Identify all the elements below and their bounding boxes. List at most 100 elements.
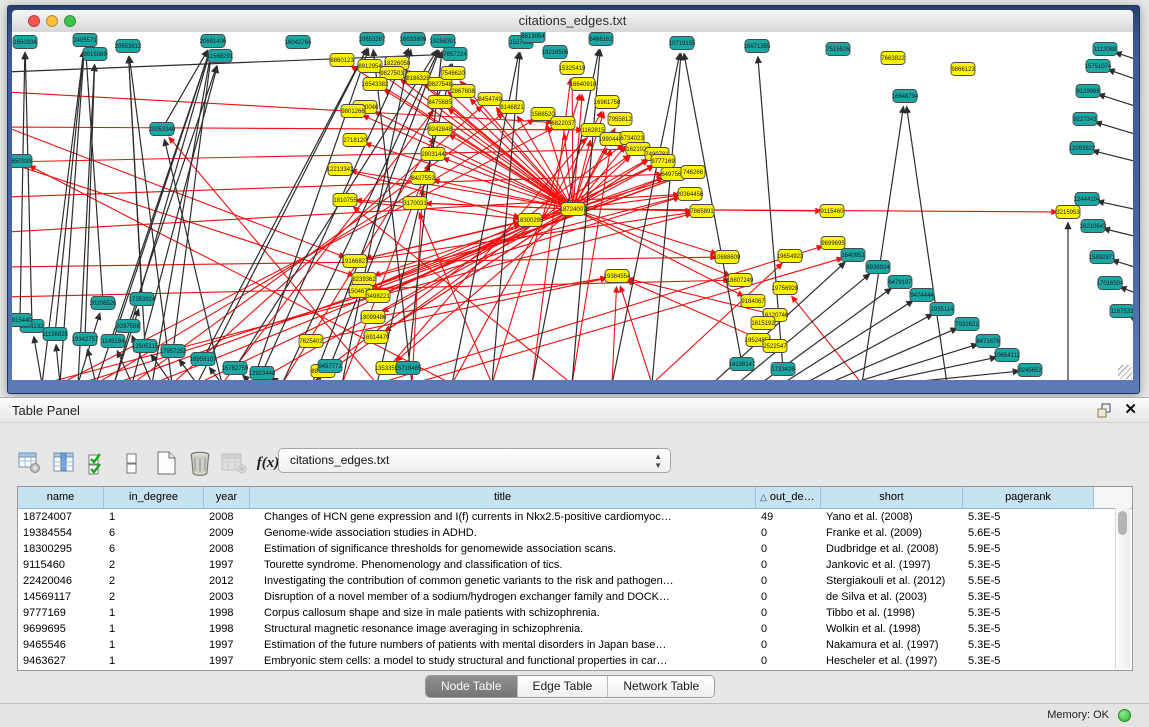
network-node[interactable]: 16961758 bbox=[594, 96, 621, 109]
network-edge[interactable] bbox=[1104, 229, 1133, 237]
table-row[interactable]: 969969511998Structural magnetic resonanc… bbox=[18, 621, 1132, 637]
network-edge[interactable] bbox=[88, 350, 96, 380]
table-row[interactable]: 977716911998Corpus callosum shape and si… bbox=[18, 605, 1132, 621]
network-canvas[interactable]: 1650334240557120553812206914061604276410… bbox=[12, 32, 1133, 380]
network-node[interactable]: 18300295 bbox=[517, 214, 544, 227]
column-header-out_de[interactable]: △out_de… bbox=[756, 487, 821, 508]
network-node[interactable]: 8938924 bbox=[866, 261, 890, 274]
select-all-button[interactable] bbox=[85, 450, 111, 476]
table-row[interactable]: 1456911722003Disruption of a novel membe… bbox=[18, 589, 1132, 605]
table-scrollbar-thumb[interactable] bbox=[1118, 511, 1127, 535]
network-node[interactable]: 8912954 bbox=[358, 60, 382, 73]
network-node[interactable]: 1733426 bbox=[771, 363, 795, 376]
network-edge[interactable] bbox=[1096, 122, 1133, 135]
network-node[interactable]: 7663822 bbox=[881, 52, 905, 65]
network-node[interactable]: 15751074 bbox=[1085, 60, 1112, 73]
network-node[interactable]: 7955812 bbox=[608, 113, 632, 126]
network-edge[interactable] bbox=[162, 51, 207, 129]
network-node[interactable]: 2803144 bbox=[421, 148, 445, 161]
network-node[interactable]: 8427552 bbox=[411, 172, 435, 185]
create-new-column-button[interactable] bbox=[153, 450, 179, 476]
network-node[interactable]: 6822037 bbox=[551, 117, 575, 130]
network-node[interactable]: 16543382 bbox=[362, 78, 389, 91]
network-node[interactable]: 9915440 bbox=[12, 314, 32, 327]
network-edge[interactable] bbox=[652, 54, 681, 380]
network-node[interactable]: 2522547 bbox=[763, 340, 787, 353]
network-node[interactable]: 9227341 bbox=[1073, 113, 1097, 126]
network-node[interactable]: 12923448 bbox=[249, 367, 276, 380]
column-header-in_degree[interactable]: in_degree bbox=[104, 487, 204, 508]
network-node[interactable]: 20206526 bbox=[90, 297, 117, 310]
column-header-title[interactable]: title bbox=[250, 487, 756, 508]
network-edge[interactable] bbox=[782, 301, 913, 380]
network-node[interactable]: 17957252 bbox=[160, 345, 187, 358]
network-node[interactable]: 9457771 bbox=[318, 360, 342, 373]
network-window-titlebar[interactable]: citations_edges.txt bbox=[12, 10, 1133, 33]
network-node[interactable]: 10654112 bbox=[994, 349, 1021, 362]
network-node[interactable]: 8239362 bbox=[352, 273, 376, 286]
network-node[interactable]: 9129966 bbox=[1076, 85, 1100, 98]
network-node[interactable]: 6479197 bbox=[888, 276, 912, 289]
window-resize-grip[interactable] bbox=[1118, 365, 1132, 379]
network-table-select[interactable]: citations_edges.txt ▲▼ bbox=[278, 448, 671, 473]
network-node[interactable]: 16042764 bbox=[285, 36, 312, 49]
network-node[interactable]: 10688609 bbox=[714, 251, 741, 264]
network-node[interactable]: 12213343 bbox=[327, 163, 354, 176]
network-node[interactable]: 19654923 bbox=[777, 250, 804, 263]
network-node[interactable]: 2935114 bbox=[930, 303, 954, 316]
network-node[interactable]: 1145194 bbox=[101, 335, 125, 348]
table-row[interactable]: 911546021997Tourette syndrome. Phenomeno… bbox=[18, 557, 1132, 573]
network-node[interactable]: 7865891 bbox=[690, 205, 714, 218]
tab-edge-table[interactable]: Edge Table bbox=[517, 676, 608, 697]
memory-status-indicator[interactable] bbox=[1118, 709, 1131, 722]
network-node[interactable]: 7515526 bbox=[826, 43, 850, 56]
network-edge[interactable] bbox=[907, 107, 947, 380]
delete-columns-button[interactable] bbox=[187, 450, 213, 476]
network-edge[interactable] bbox=[56, 345, 60, 380]
network-edge[interactable] bbox=[870, 357, 996, 380]
network-node[interactable]: 18807249 bbox=[727, 274, 754, 287]
network-edge[interactable] bbox=[1115, 52, 1133, 60]
network-node[interactable]: 14138141 bbox=[729, 358, 756, 371]
network-node[interactable]: 16648794 bbox=[892, 90, 919, 103]
network-node[interactable]: 8860123 bbox=[330, 54, 354, 67]
network-node[interactable]: 11156829 bbox=[42, 328, 68, 341]
network-edge[interactable] bbox=[1093, 151, 1133, 162]
network-node[interactable]: 9801266 bbox=[341, 105, 365, 118]
float-panel-icon[interactable] bbox=[1097, 403, 1112, 418]
network-edge[interactable] bbox=[12, 149, 627, 162]
network-edge[interactable] bbox=[34, 337, 42, 380]
column-header-pagerank[interactable]: pagerank bbox=[963, 487, 1094, 508]
network-node[interactable]: 16914479 bbox=[363, 331, 390, 344]
network-edge[interactable] bbox=[25, 53, 32, 326]
network-edge[interactable] bbox=[1120, 287, 1133, 294]
network-node[interactable]: 18724007 bbox=[560, 203, 587, 216]
network-edge[interactable] bbox=[1098, 94, 1133, 107]
table-scrollbar[interactable] bbox=[1115, 508, 1130, 669]
network-node[interactable]: 10653287 bbox=[359, 33, 386, 46]
network-edge[interactable] bbox=[55, 51, 84, 334]
network-node[interactable]: 19342757 bbox=[72, 333, 99, 346]
network-node[interactable]: 6466162 bbox=[589, 33, 613, 46]
network-node[interactable]: 7932621 bbox=[955, 318, 979, 331]
network-node[interactable]: 16671355 bbox=[744, 40, 771, 53]
table-row[interactable]: 1872400712008Changes of HCN gene express… bbox=[18, 509, 1132, 525]
network-node[interactable]: 1810755 bbox=[333, 194, 357, 207]
network-node[interactable]: 20364456 bbox=[677, 188, 704, 201]
network-node[interactable]: 2867608 bbox=[451, 85, 475, 98]
network-node[interactable]: 9242848 bbox=[428, 123, 452, 136]
network-node[interactable]: 20691406 bbox=[200, 35, 227, 48]
network-node[interactable]: 17353924 bbox=[129, 293, 156, 306]
table-row[interactable]: 2242004622012Investigating the contribut… bbox=[18, 573, 1132, 589]
network-node[interactable]: 11568291 bbox=[207, 50, 234, 63]
network-node[interactable]: 16958107 bbox=[190, 353, 217, 366]
tab-node-table[interactable]: Node Table bbox=[426, 676, 517, 697]
network-node[interactable]: 9915089 bbox=[83, 48, 107, 61]
network-node[interactable]: 16782759 bbox=[222, 362, 249, 375]
show-hide-columns-button[interactable] bbox=[51, 450, 77, 476]
network-node[interactable]: 15325419 bbox=[559, 62, 586, 75]
network-edge[interactable] bbox=[1108, 70, 1133, 80]
network-edge[interactable] bbox=[197, 49, 367, 380]
network-node[interactable]: 8454749 bbox=[478, 93, 502, 106]
network-node[interactable]: 16033809 bbox=[400, 33, 427, 46]
